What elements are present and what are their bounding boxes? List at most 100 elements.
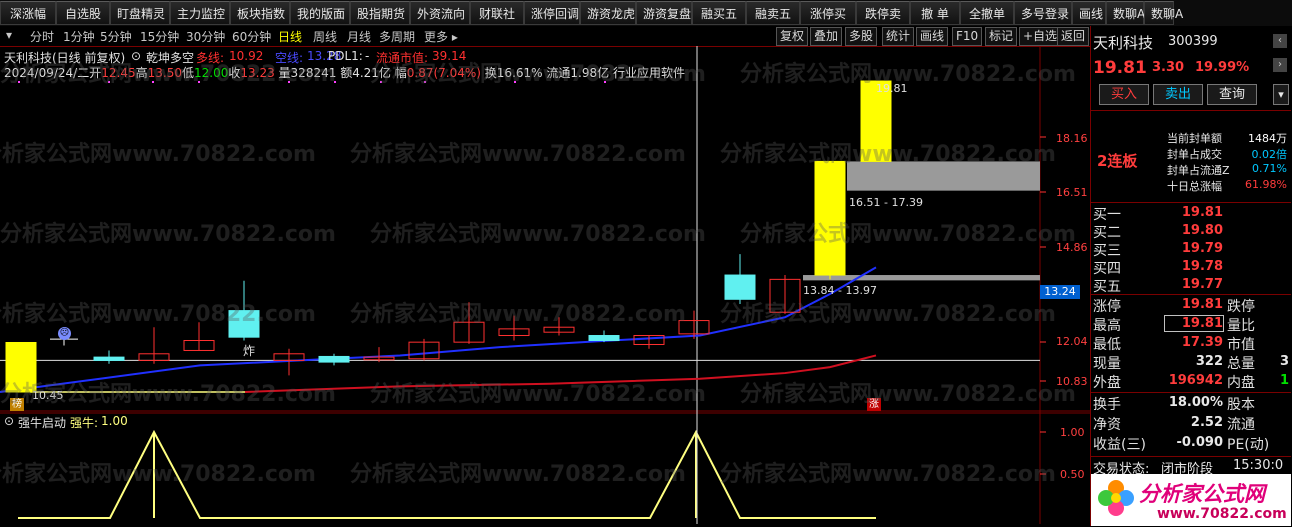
quote-value: 1 <box>1279 373 1289 388</box>
seal-info-value: 0.02倍 <box>1251 148 1288 161</box>
chevron-down-icon[interactable]: ▾ <box>6 28 12 42</box>
chart-tool-button[interactable]: F10 <box>952 27 983 46</box>
info-amount: 额4.21亿 <box>340 66 391 80</box>
bid-price[interactable]: 19.79 <box>1165 241 1223 256</box>
toolbar-button[interactable]: 板块指数 <box>230 1 290 25</box>
chevron-down-icon[interactable]: ⊙ <box>131 49 141 63</box>
bid-label: 买一 <box>1093 207 1121 223</box>
quote-value: 3 <box>1279 354 1289 369</box>
y-tick: 12.04 <box>1056 335 1088 348</box>
info-industry: 行业应用软件 <box>612 66 685 80</box>
signal-dot <box>380 81 382 83</box>
chart-tool-button[interactable]: 复权 <box>776 27 809 46</box>
toolbar-button[interactable]: 撤 单 <box>910 1 960 25</box>
query-button[interactable]: 查询 <box>1207 84 1257 105</box>
period-tab[interactable]: 5分钟 <box>100 28 132 45</box>
quote-value: 19.81 <box>1164 315 1224 332</box>
buy-button[interactable]: 买入 <box>1099 84 1149 105</box>
toolbar-button[interactable]: 外资流向 <box>410 1 470 25</box>
toolbar-button[interactable]: 主力监控 <box>170 1 230 25</box>
quote-label: 总量 <box>1227 356 1255 372</box>
toolbar-button[interactable]: 涨停回调 <box>524 1 580 25</box>
seal-info-value: 61.98% <box>1245 178 1287 191</box>
indicator-chart[interactable]: ⊙ 强牛启动 强牛: 1.00 1.00 0.50 <box>0 412 1090 524</box>
period-tab[interactable]: 15分钟 <box>140 28 179 45</box>
quote-value: 19.81 <box>1181 297 1223 312</box>
toolbar-button[interactable]: 盯盘精灵 <box>110 1 170 25</box>
stat-label: 股本 <box>1227 397 1255 413</box>
period-tab[interactable]: 1分钟 <box>63 28 95 45</box>
bid-price[interactable]: 19.78 <box>1165 259 1223 274</box>
toolbar-button[interactable]: 多号登录 <box>1014 1 1072 25</box>
toolbar-button[interactable]: 画线 <box>1072 1 1106 25</box>
signal-dot <box>108 81 110 83</box>
divider <box>1091 456 1291 457</box>
info-close: 13.23 <box>240 66 275 80</box>
chart-tool-button[interactable]: 返回 <box>1057 27 1090 46</box>
chevron-down-icon[interactable]: ⊙ <box>4 414 14 428</box>
chart-tool-button[interactable]: 多股 <box>845 27 878 46</box>
expand-icon[interactable]: › <box>1273 58 1287 72</box>
chart-tool-button[interactable]: 标记 <box>985 27 1018 46</box>
chart-tool-button[interactable]: 统计 <box>882 27 915 46</box>
candle-body <box>93 356 125 361</box>
info-date: 2024/09/24/二 <box>4 66 90 80</box>
period-tab[interactable]: 月线 <box>347 28 371 45</box>
info-open-label: 开 <box>89 66 102 80</box>
kline-chart[interactable]: 天利科技(日线 前复权) ⊙ 乾坤多空 多线: 10.92 空线: 13.28 … <box>0 46 1090 412</box>
toolbar-button[interactable]: 数聊A <box>1106 1 1145 25</box>
info-change: 0.87(7.04%) <box>406 66 481 80</box>
period-tab[interactable]: 多周期 <box>379 28 415 45</box>
toolbar-button[interactable]: 融买五 <box>692 1 746 25</box>
chart-tool-button[interactable]: 画线 <box>916 27 949 46</box>
kline-svg <box>0 46 1090 412</box>
trade-status-time: 15:30:0 <box>1233 458 1284 473</box>
quote-label: 量比 <box>1227 318 1255 334</box>
bid-price[interactable]: 19.80 <box>1165 223 1223 238</box>
sub-legend-label: 强牛: <box>70 416 99 430</box>
toolbar-button[interactable]: 涨停买 <box>800 1 856 25</box>
toolbar-button[interactable]: 股指期货 <box>350 1 410 25</box>
quote-label: 市值 <box>1227 337 1255 353</box>
price-change: 3.30 <box>1152 60 1185 75</box>
signal-dot <box>288 81 290 83</box>
signal-dot <box>514 81 516 83</box>
gap-lower-annotation: 13.84 - 13.97 <box>803 284 877 297</box>
indicator-svg <box>0 412 1090 524</box>
period-tab[interactable]: 周线 <box>313 28 337 45</box>
toolbar-button[interactable]: 游资龙虎 <box>580 1 636 25</box>
chart-tool-button[interactable]: 叠加 <box>810 27 843 46</box>
toolbar-button[interactable]: 全撤单 <box>960 1 1014 25</box>
sell-button[interactable]: 卖出 <box>1153 84 1203 105</box>
bid-price[interactable]: 19.77 <box>1165 277 1223 292</box>
signal-dot <box>334 81 336 83</box>
seal-info-label: 十日总涨幅 <box>1167 180 1222 193</box>
period-tab[interactable]: 日线 <box>278 28 302 45</box>
legend-pdl1-label: PDL1: <box>328 49 363 63</box>
smiley-icon: ☹ <box>58 327 71 340</box>
divider <box>1091 110 1291 111</box>
toolbar-button[interactable]: 融卖五 <box>746 1 800 25</box>
collapse-icon[interactable]: ‹ <box>1273 34 1287 48</box>
current-price-tag: 13.24 <box>1040 285 1080 299</box>
toolbar-button[interactable]: 我的版面 <box>290 1 350 25</box>
period-tab[interactable]: 分时 <box>30 28 54 45</box>
legend-long-value: 10.92 <box>229 49 264 63</box>
period-tab[interactable]: 60分钟 <box>232 28 271 45</box>
bid-label: 买五 <box>1093 279 1121 295</box>
toolbar-button[interactable]: 深涨幅 <box>0 1 56 25</box>
toolbar-button[interactable]: 数聊A <box>1144 1 1183 25</box>
toolbar-button[interactable]: 财联社 <box>470 1 524 25</box>
toolbar-button[interactable]: 跌停卖 <box>856 1 910 25</box>
bid-price[interactable]: 19.81 <box>1165 205 1223 220</box>
sub-indicator-name[interactable]: 强牛启动 <box>18 414 66 431</box>
toolbar-button[interactable]: 游资复盘 <box>636 1 692 25</box>
bid-label: 买四 <box>1093 261 1121 277</box>
rank-badge: 榜 <box>10 398 24 411</box>
chart-tool-button[interactable]: +自选 <box>1019 27 1062 46</box>
sub-y-tick: 0.50 <box>1060 468 1085 481</box>
toolbar-button[interactable]: 自选股 <box>56 1 110 25</box>
period-tab[interactable]: 更多 ▸ <box>424 28 458 45</box>
more-button[interactable]: ▾ <box>1273 84 1289 105</box>
period-tab[interactable]: 30分钟 <box>186 28 225 45</box>
